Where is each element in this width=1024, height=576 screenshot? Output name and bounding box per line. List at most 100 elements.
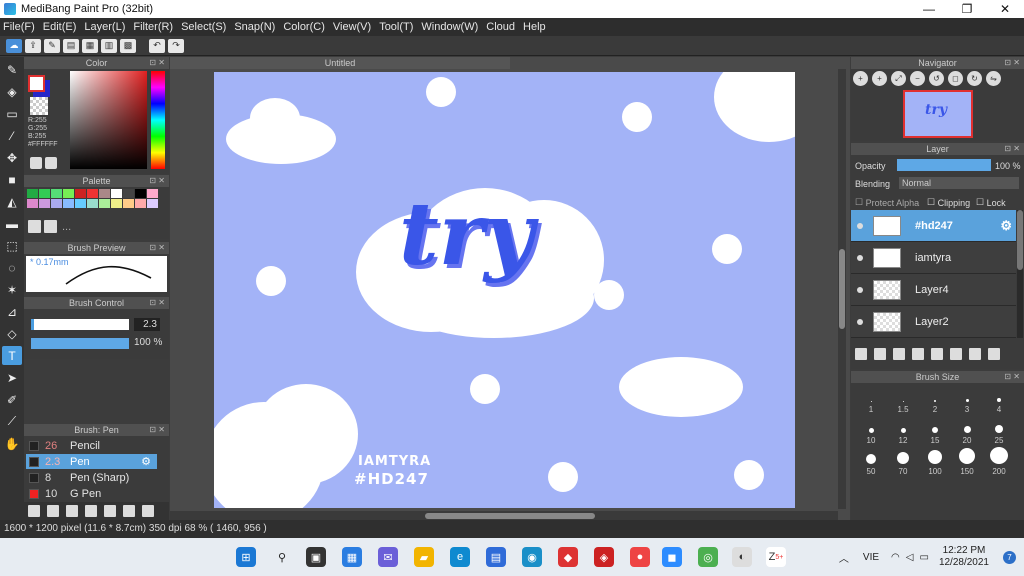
layer-scrollbar[interactable] [1017, 210, 1023, 338]
duplicate-layer-icon[interactable] [950, 348, 962, 360]
color-wheel-icon[interactable] [30, 157, 42, 169]
cloud-icon[interactable]: ☁ [6, 38, 22, 53]
menu-help[interactable]: Help [523, 21, 546, 33]
rectangle-tool-icon[interactable]: ▭ [2, 104, 22, 123]
widgets-icon[interactable]: ▦ [342, 547, 362, 567]
brush-size-value[interactable]: 2.3 [134, 318, 160, 331]
delete-brush-icon[interactable] [142, 505, 154, 517]
new-palette-icon[interactable] [28, 220, 41, 233]
clipping-checkbox[interactable]: ☐ Clipping [927, 197, 970, 208]
notification-badge[interactable]: 7 [1003, 550, 1016, 564]
brush-size-option[interactable]: 2 [919, 385, 951, 416]
panel-close-icon[interactable]: ⊡ ✕ [1004, 371, 1020, 383]
app-icon-shield[interactable]: ◈ [594, 547, 614, 567]
layer-folder-icon[interactable] [931, 348, 943, 360]
add-layer-menu-icon[interactable] [912, 348, 924, 360]
color-settings-icon[interactable] [45, 157, 57, 169]
eraser-tool-icon[interactable]: ◈ [2, 82, 22, 101]
lock-checkbox[interactable]: ☐ Lock [976, 197, 1006, 208]
delete-layer-icon[interactable] [988, 348, 1000, 360]
hand-tool-icon[interactable]: ✋ [2, 434, 22, 453]
brush-folder-icon[interactable] [104, 505, 116, 517]
horizontal-scroll-thumb[interactable] [425, 513, 595, 519]
brush-opacity-slider[interactable] [31, 338, 129, 349]
menu-view[interactable]: View(V) [333, 21, 371, 33]
battery-icon[interactable]: ▭ [919, 552, 928, 563]
panel-close-icon[interactable]: ⊡ ✕ [1004, 57, 1020, 69]
share-icon[interactable]: ⇪ [25, 38, 41, 53]
move-tool-icon[interactable]: ✥ [2, 148, 22, 167]
edge-icon[interactable]: e [450, 547, 470, 567]
bucket-tool-icon[interactable]: ◭ [2, 192, 22, 211]
operation-tool-icon[interactable]: ➤ [2, 368, 22, 387]
blending-select[interactable]: Normal [899, 177, 1019, 189]
text-tool-icon[interactable]: T [2, 346, 22, 365]
palette-swatch[interactable] [51, 189, 62, 198]
tab-untitled[interactable]: Untitled [170, 57, 510, 69]
clock[interactable]: 12:22 PM 12/28/2021 [939, 545, 989, 569]
brush-size-option[interactable]: 150 [951, 447, 983, 478]
brush-item-pen[interactable]: 2.3 Pen ⚙ [26, 454, 157, 469]
panel-close-icon[interactable]: ⊡ ✕ [1004, 143, 1020, 155]
delete-palette-icon[interactable] [44, 220, 57, 233]
palette-swatch[interactable] [111, 189, 122, 198]
palette-swatch[interactable] [39, 199, 50, 208]
brush-size-option[interactable]: 25 [983, 416, 1015, 447]
panel-icon[interactable]: ▥ [101, 38, 117, 53]
zoom-icon[interactable]: ◼ [662, 547, 682, 567]
menu-file[interactable]: File(F) [3, 21, 35, 33]
menu-window[interactable]: Window(W) [421, 21, 478, 33]
palette-swatch[interactable] [87, 199, 98, 208]
palette-swatch[interactable] [63, 189, 74, 198]
menu-color[interactable]: Color(C) [283, 21, 325, 33]
palette-swatch[interactable] [99, 199, 110, 208]
chat-icon[interactable]: ✉ [378, 547, 398, 567]
new-layer-1bit-icon[interactable] [893, 348, 905, 360]
brush-item-pencil[interactable]: 26 Pencil [26, 438, 157, 453]
palette-swatch[interactable] [147, 189, 158, 198]
brush-size-option[interactable]: 4 [983, 385, 1015, 416]
brush-size-option[interactable]: 20 [951, 416, 983, 447]
transparent-color-swatch[interactable] [30, 97, 48, 115]
menu-snap[interactable]: Snap(N) [234, 21, 275, 33]
gradient-tool-icon[interactable]: ▬ [2, 214, 22, 233]
add-brush-icon[interactable] [66, 505, 78, 517]
foreground-color-swatch[interactable] [28, 75, 45, 92]
merge-layer-icon[interactable] [969, 348, 981, 360]
wifi-icon[interactable]: ◠ [891, 552, 900, 563]
divide-tool-icon[interactable]: ✐ [2, 390, 22, 409]
panel-close-icon[interactable]: ⊡ ✕ [149, 57, 165, 69]
new-layer-8bit-icon[interactable] [874, 348, 886, 360]
panel-close-icon[interactable]: ⊡ ✕ [149, 424, 165, 436]
protect-alpha-checkbox[interactable]: ☐ Protect Alpha [855, 197, 919, 208]
brush-size-option[interactable]: 50 [855, 447, 887, 478]
palette-swatch[interactable] [75, 199, 86, 208]
menu-select[interactable]: Select(S) [181, 21, 226, 33]
medibang-taskbar-icon[interactable]: ◐ [732, 547, 752, 567]
app-icon-red[interactable]: ◆ [558, 547, 578, 567]
grid-icon[interactable]: ▩ [120, 38, 136, 53]
new-brush-icon[interactable] [47, 505, 59, 517]
search-icon[interactable]: ⚲ [272, 547, 292, 567]
hue-slider[interactable] [151, 71, 165, 169]
palette-swatch[interactable] [147, 199, 158, 208]
brush-size-option[interactable]: 1 [855, 385, 887, 416]
undo-icon[interactable]: ↶ [149, 38, 165, 53]
language-indicator[interactable]: VIE [863, 552, 879, 563]
tray-chevron-icon[interactable]: ︿ [839, 550, 849, 565]
vertical-scroll-thumb[interactable] [839, 249, 845, 329]
palette-swatch[interactable] [27, 199, 38, 208]
app-icon-game[interactable]: ● [630, 547, 650, 567]
horizontal-scrollbar[interactable] [170, 511, 838, 520]
brush-settings-icon[interactable] [85, 505, 97, 517]
file-explorer-icon[interactable]: ▰ [414, 547, 434, 567]
panel-close-icon[interactable]: ⊡ ✕ [149, 175, 165, 187]
palette-swatch[interactable] [123, 189, 134, 198]
fill-rect-tool-icon[interactable]: ■ [2, 170, 22, 189]
palette-more[interactable]: ... [62, 221, 71, 233]
brush-size-slider[interactable] [31, 319, 129, 330]
menu-filter[interactable]: Filter(R) [133, 21, 173, 33]
gear-icon[interactable]: ⚙ [1000, 218, 1012, 234]
brush-size-option[interactable]: 12 [887, 416, 919, 447]
chrome-icon[interactable]: ◎ [698, 547, 718, 567]
